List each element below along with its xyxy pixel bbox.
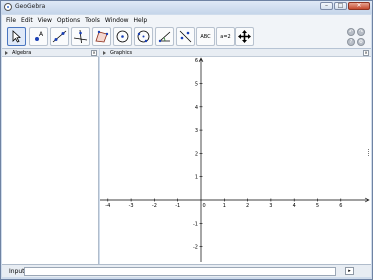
graphics-view[interactable]: -4 -3 -2 -1 0 1 2 3 4 5 6 6 5 4 3 2 1 -1 -2 — [100, 57, 371, 264]
move-graphics-view-icon — [238, 30, 251, 43]
input-field[interactable] — [24, 267, 336, 276]
collapse-triangle-icon[interactable] — [103, 51, 106, 55]
y-tick-label: -2 — [193, 245, 198, 251]
move-tool-button[interactable] — [7, 27, 26, 46]
algebra-close-button[interactable]: × — [91, 50, 97, 56]
circle-with-center-icon — [116, 30, 129, 43]
graphics-close-button[interactable]: × — [363, 50, 369, 56]
perpendicular-line-icon — [73, 29, 88, 44]
coordinate-axes: -4 -3 -2 -1 0 1 2 3 4 5 6 6 5 4 3 2 1 -1 -2 — [100, 57, 370, 262]
x-tick-label: 0 — [203, 203, 206, 209]
perpendicular-tool-button[interactable] — [71, 27, 90, 46]
y-tick-label: 1 — [195, 175, 198, 181]
resize-handle-icon[interactable] — [368, 149, 371, 156]
move-view-tool-button[interactable] — [235, 27, 254, 46]
ellipse-tool-button[interactable] — [134, 27, 153, 46]
menu-window[interactable]: Window — [105, 17, 129, 24]
y-tick-label: 3 — [195, 128, 198, 134]
settings-button[interactable]: ⚙ — [357, 38, 365, 46]
x-tick-label: -3 — [129, 203, 134, 209]
graphics-view-title: Graphics — [110, 50, 133, 56]
text-tool-button[interactable]: ABC — [196, 27, 215, 46]
menu-help[interactable]: Help — [134, 17, 148, 24]
undo-button[interactable]: ↶ — [347, 28, 355, 36]
y-tick-label: -1 — [193, 221, 198, 227]
slider-icon: a=2 — [220, 34, 231, 40]
x-tick-label: 6 — [339, 203, 342, 209]
menu-file[interactable]: File — [6, 17, 16, 24]
angle-icon — [158, 31, 171, 43]
x-tick-label: 2 — [246, 203, 249, 209]
geogebra-window: GeoGebra – □ ✕ File Edit View Options To… — [0, 0, 373, 280]
algebra-view-title: Algebra — [12, 50, 32, 56]
line-through-two-points-icon — [52, 30, 67, 43]
point-icon: A — [35, 31, 44, 41]
reflect-icon — [179, 30, 192, 43]
angle-tool-button[interactable] — [155, 27, 174, 46]
line-tool-button[interactable] — [50, 27, 69, 46]
help-button[interactable]: ? — [347, 38, 355, 46]
menu-edit[interactable]: Edit — [21, 17, 33, 24]
text-icon: ABC — [200, 34, 211, 40]
input-help-button[interactable]: ▸ — [345, 267, 354, 275]
x-tick-label: 5 — [316, 203, 319, 209]
input-bar: Input: ▸ — [2, 264, 371, 277]
collapse-triangle-icon[interactable] — [5, 51, 8, 55]
circle-tool-button[interactable] — [113, 27, 132, 46]
title-bar: GeoGebra – □ ✕ — [1, 1, 372, 14]
reflect-tool-button[interactable] — [176, 27, 195, 46]
graphics-view-header: Graphics × — [100, 49, 371, 57]
y-tick-label: 2 — [195, 151, 198, 157]
menu-options[interactable]: Options — [57, 17, 80, 24]
arrow-cursor-icon — [12, 30, 21, 43]
circle-through-points-icon — [137, 30, 150, 43]
polygon-tool-button[interactable] — [92, 27, 111, 46]
menu-view[interactable]: View — [38, 17, 52, 24]
x-tick-label: 4 — [293, 203, 296, 209]
menu-tools[interactable]: Tools — [85, 17, 100, 24]
geogebra-logo-icon — [4, 3, 12, 11]
x-tick-label: -2 — [152, 203, 157, 209]
y-tick-label: 5 — [195, 82, 198, 88]
window-title: GeoGebra — [15, 3, 46, 10]
svg-text:A: A — [39, 31, 44, 38]
minimize-button[interactable]: – — [320, 2, 333, 10]
x-tick-label: -1 — [175, 203, 180, 209]
toolbar: A ABC a=2 ↶ ↷ ? ⚙ — [2, 25, 371, 49]
y-tick-label: 4 — [195, 105, 198, 111]
point-tool-button[interactable]: A — [29, 27, 48, 46]
slider-tool-button[interactable]: a=2 — [216, 27, 235, 46]
algebra-view[interactable] — [2, 57, 99, 264]
maximize-button[interactable]: □ — [334, 2, 347, 10]
menu-bar: File Edit View Options Tools Window Help — [2, 15, 371, 25]
y-tick-label: 6 — [195, 58, 198, 64]
polygon-icon — [95, 30, 109, 43]
redo-button[interactable]: ↷ — [357, 28, 365, 36]
x-tick-label: -4 — [105, 203, 110, 209]
algebra-view-header: Algebra × — [2, 49, 99, 57]
x-tick-label: 1 — [223, 203, 226, 209]
close-button[interactable]: ✕ — [348, 2, 370, 10]
x-tick-label: 3 — [269, 203, 272, 209]
